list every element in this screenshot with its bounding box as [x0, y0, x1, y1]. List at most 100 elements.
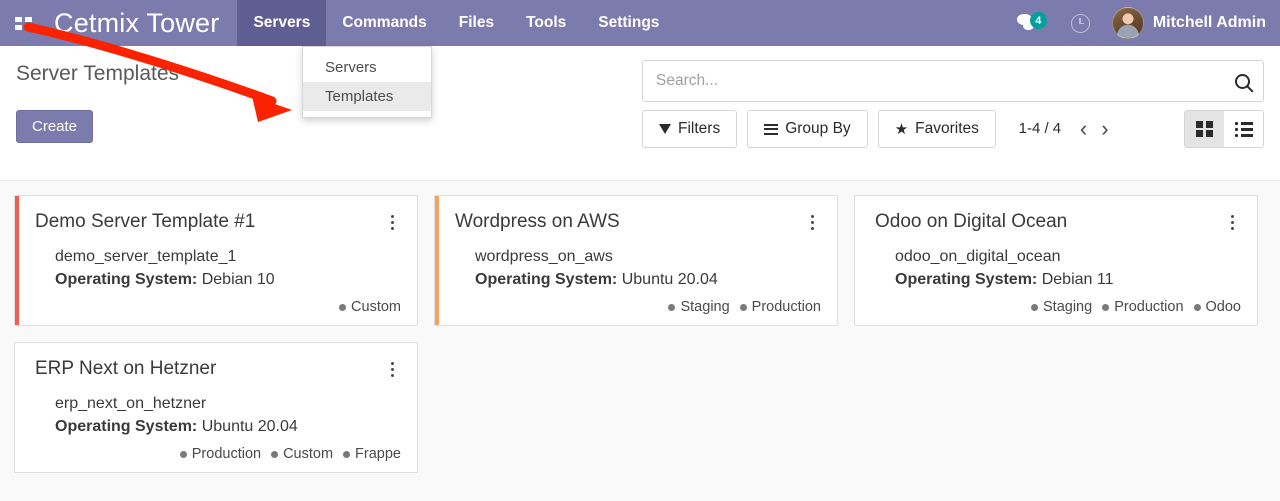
card-color-edge	[15, 196, 19, 325]
card-os-label: Operating System:	[55, 271, 197, 288]
list-icon	[1235, 122, 1253, 137]
tag[interactable]: Odoo	[1194, 299, 1241, 315]
card-os-value: Ubuntu 20.04	[622, 271, 718, 288]
dropdown-item-templates[interactable]: Templates	[303, 82, 431, 111]
card-body: demo_server_template_1 Operating System:…	[35, 245, 401, 291]
tag-dot-icon	[668, 304, 675, 311]
control-panel-buttons: Filters Group By ★ Favorites 1-4 / 4 ‹ ›	[642, 110, 1264, 148]
tag[interactable]: Production	[180, 446, 261, 462]
card-technical-name: odoo_on_digital_ocean	[895, 245, 1241, 268]
tag-label: Odoo	[1206, 299, 1241, 315]
tag-dot-icon	[180, 451, 187, 458]
user-menu-button[interactable]: Mitchell Admin	[1104, 7, 1266, 39]
menu-item-servers[interactable]: Servers	[237, 0, 326, 46]
clock-icon	[1071, 14, 1090, 33]
tag[interactable]: Frappe	[343, 446, 401, 462]
chevron-left-icon[interactable]: ‹	[1080, 118, 1087, 140]
tag-label: Custom	[283, 446, 333, 462]
create-button[interactable]: Create	[16, 110, 93, 143]
card-tags: Production Custom Frappe	[35, 438, 401, 462]
brand-title[interactable]: Cetmix Tower	[46, 0, 237, 46]
card-title: Wordpress on AWS	[455, 210, 803, 234]
card-color-edge	[855, 196, 859, 325]
pager-counter[interactable]: 1-4 / 4	[1014, 119, 1066, 139]
messages-button[interactable]: 4	[1003, 0, 1057, 46]
kanban-card[interactable]: Odoo on Digital Ocean odoo_on_digital_oc…	[854, 195, 1258, 326]
navbar-systray: 4 Mitchell Admin	[1003, 0, 1280, 46]
kebab-menu-icon[interactable]	[1223, 210, 1241, 230]
tag-label: Staging	[680, 299, 729, 315]
card-technical-name: demo_server_template_1	[55, 245, 401, 268]
card-os-label: Operating System:	[475, 271, 617, 288]
chevron-right-icon[interactable]: ›	[1101, 118, 1108, 140]
card-title: ERP Next on Hetzner	[35, 357, 383, 381]
card-technical-name: wordpress_on_aws	[475, 245, 821, 268]
tag-dot-icon	[339, 304, 346, 311]
view-list-button[interactable]	[1224, 111, 1263, 147]
control-panel-right: Filters Group By ★ Favorites 1-4 / 4 ‹ ›	[640, 46, 1264, 180]
group-by-label: Group By	[785, 120, 850, 138]
card-body: wordpress_on_aws Operating System: Ubunt…	[455, 245, 821, 291]
card-color-edge	[15, 343, 19, 472]
menu-item-files[interactable]: Files	[443, 0, 510, 46]
tag-label: Frappe	[355, 446, 401, 462]
kanban-icon	[1196, 121, 1213, 138]
card-header: Demo Server Template #1	[35, 210, 401, 234]
card-os-value: Debian 11	[1042, 271, 1114, 288]
tag[interactable]: Production	[1102, 299, 1183, 315]
view-kanban-button[interactable]	[1185, 111, 1224, 147]
search-icon[interactable]	[1235, 74, 1250, 89]
tag-dot-icon	[271, 451, 278, 458]
tag-dot-icon	[740, 304, 747, 311]
card-os-line: Operating System: Ubuntu 20.04	[55, 415, 401, 438]
group-by-button[interactable]: Group By	[747, 110, 867, 148]
activities-button[interactable]	[1057, 0, 1104, 46]
tag[interactable]: Production	[740, 299, 821, 315]
dropdown-item-servers[interactable]: Servers	[303, 53, 431, 82]
tag[interactable]: Staging	[668, 299, 729, 315]
tag-dot-icon	[1102, 304, 1109, 311]
kanban-card[interactable]: Wordpress on AWS wordpress_on_aws Operat…	[434, 195, 838, 326]
card-os-line: Operating System: Ubuntu 20.04	[475, 268, 821, 291]
apps-menu-button[interactable]	[0, 0, 46, 46]
tag[interactable]: Custom	[339, 299, 401, 315]
tag-label: Custom	[351, 299, 401, 315]
menu-item-settings[interactable]: Settings	[582, 0, 675, 46]
tag-label: Staging	[1043, 299, 1092, 315]
star-icon: ★	[895, 122, 908, 137]
card-os-label: Operating System:	[895, 271, 1037, 288]
search-bar[interactable]	[642, 60, 1264, 102]
card-color-edge	[435, 196, 439, 325]
favorites-button[interactable]: ★ Favorites	[878, 110, 996, 148]
kanban-card[interactable]: ERP Next on Hetzner erp_next_on_hetzner …	[14, 342, 418, 473]
messages-count-badge: 4	[1030, 12, 1047, 29]
menu-item-tools[interactable]: Tools	[510, 0, 582, 46]
tag-dot-icon	[1194, 304, 1201, 311]
kebab-menu-icon[interactable]	[383, 210, 401, 230]
card-header: Odoo on Digital Ocean	[875, 210, 1241, 234]
main-menu: Servers Commands Files Tools Settings	[237, 0, 675, 46]
card-header: ERP Next on Hetzner	[35, 357, 401, 381]
card-os-line: Operating System: Debian 11	[895, 268, 1241, 291]
funnel-icon	[659, 124, 671, 134]
card-tags: Staging Production	[455, 291, 821, 315]
kebab-menu-icon[interactable]	[383, 357, 401, 377]
card-title: Demo Server Template #1	[35, 210, 383, 234]
kanban-view: Demo Server Template #1 demo_server_temp…	[0, 181, 1280, 487]
user-name-label: Mitchell Admin	[1153, 14, 1266, 32]
avatar	[1112, 7, 1144, 39]
search-input[interactable]	[656, 72, 1229, 90]
menu-item-commands[interactable]: Commands	[326, 0, 442, 46]
view-switcher	[1184, 110, 1264, 148]
tag[interactable]: Custom	[271, 446, 333, 462]
filters-button[interactable]: Filters	[642, 110, 737, 148]
card-os-label: Operating System:	[55, 418, 197, 435]
kanban-card[interactable]: Demo Server Template #1 demo_server_temp…	[14, 195, 418, 326]
card-tags: Custom	[35, 291, 401, 315]
apps-grid-icon	[15, 17, 32, 30]
tag-dot-icon	[343, 451, 350, 458]
kebab-menu-icon[interactable]	[803, 210, 821, 230]
tag[interactable]: Staging	[1031, 299, 1092, 315]
card-tags: Staging Production Odoo	[875, 291, 1241, 315]
card-title: Odoo on Digital Ocean	[875, 210, 1223, 234]
